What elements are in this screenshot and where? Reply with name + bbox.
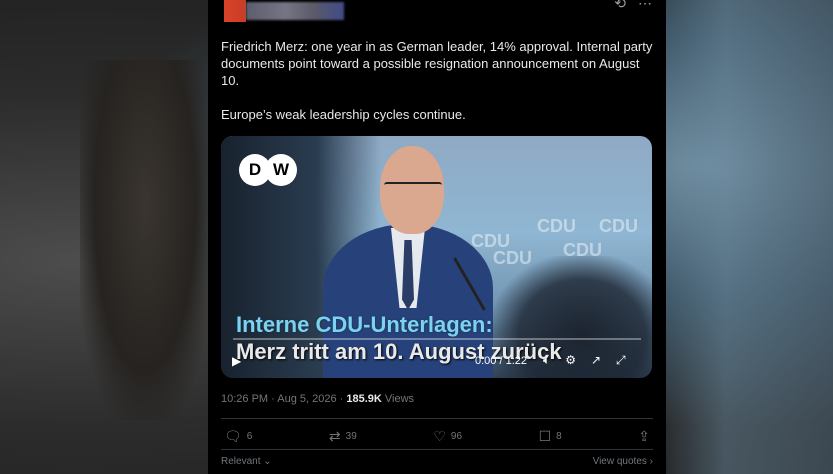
backdrop-text: CDU bbox=[599, 216, 638, 236]
grok-icon[interactable]: ⟲ bbox=[614, 0, 626, 10]
divider bbox=[221, 418, 653, 419]
relevant-label: Relevant bbox=[221, 456, 261, 467]
dw-logo-w: W bbox=[265, 154, 297, 186]
view-quotes-label: View quotes bbox=[592, 456, 647, 467]
volume-icon[interactable]: 🔈︎ bbox=[543, 353, 550, 368]
like-button[interactable]: ♡ 96 bbox=[433, 428, 462, 445]
tweet-paragraph-1: Friedrich Merz: one year in as German le… bbox=[221, 39, 653, 88]
repost-count: 39 bbox=[345, 431, 357, 442]
fullscreen-icon[interactable]: ⤢ bbox=[616, 353, 626, 368]
chevron-right-icon: › bbox=[649, 456, 653, 467]
blurred-background-figure bbox=[80, 60, 210, 420]
view-quotes-link[interactable]: View quotes › bbox=[593, 456, 653, 467]
share-icon: ⇪ bbox=[638, 428, 650, 444]
tweet-actions: 🗨︎ 6 ⇄ 39 ♡ 96 ☐ 8 ⇪ bbox=[224, 428, 650, 445]
reply-button[interactable]: 🗨︎ 6 bbox=[224, 428, 252, 445]
dw-logo: DW bbox=[239, 154, 299, 186]
bookmark-count: 8 bbox=[556, 431, 562, 442]
divider bbox=[221, 449, 653, 450]
tweet-top-icons: ⟲ ⋯ bbox=[614, 0, 652, 10]
video-time: 0:00 / 1:22 bbox=[475, 355, 527, 367]
avatar[interactable] bbox=[224, 0, 246, 22]
speaker-glasses bbox=[384, 182, 442, 194]
like-count: 96 bbox=[450, 431, 463, 442]
blurred-username[interactable] bbox=[246, 2, 344, 20]
reply-icon: 🗨︎ bbox=[224, 428, 242, 444]
chevron-down-icon: ⌄ bbox=[263, 456, 272, 467]
popout-icon[interactable]: ↗ bbox=[591, 353, 601, 368]
more-icon[interactable]: ⋯ bbox=[638, 0, 652, 10]
repost-icon: ⇄ bbox=[328, 428, 341, 444]
tweet-timestamp[interactable]: 10:26 PM · Aug 5, 2026 · bbox=[221, 393, 346, 405]
views-count: 185.9K bbox=[346, 393, 382, 405]
tweet-paragraph-2: Europe’s weak leadership cycles continue… bbox=[221, 107, 466, 122]
play-icon[interactable]: ▶ bbox=[232, 354, 241, 368]
backdrop-text: CDU bbox=[537, 216, 576, 236]
video-control-icons: 🔈︎ ⚙ ↗ ⤢ bbox=[543, 353, 626, 368]
video-player[interactable]: CDU CDU CDU CDU CDU DW Interne CDU-Unter… bbox=[221, 136, 652, 378]
bookmark-button[interactable]: ☐ 8 bbox=[539, 428, 562, 445]
video-caption-line1: Interne CDU-Unterlagen: bbox=[236, 312, 493, 337]
settings-icon[interactable]: ⚙ bbox=[565, 353, 576, 368]
like-icon: ♡ bbox=[433, 428, 446, 444]
tweet-text: Friedrich Merz: one year in as German le… bbox=[221, 38, 661, 123]
share-button[interactable]: ⇪ bbox=[638, 428, 650, 445]
video-controls: ▶ 0:00 / 1:22 🔈︎ ⚙ ↗ ⤢ bbox=[221, 352, 652, 372]
reply-count: 6 bbox=[246, 431, 253, 442]
views-label: Views bbox=[381, 393, 415, 405]
blurred-background-right bbox=[653, 0, 833, 474]
tweet-meta: 10:26 PM · Aug 5, 2026 · 185.9K Views bbox=[221, 393, 414, 405]
repost-button[interactable]: ⇄ 39 bbox=[329, 428, 357, 445]
bookmark-icon: ☐ bbox=[538, 428, 552, 444]
relevant-dropdown[interactable]: Relevant ⌄ bbox=[221, 456, 272, 467]
tweet-card: ⟲ ⋯ Friedrich Merz: one year in as Germa… bbox=[208, 0, 666, 474]
